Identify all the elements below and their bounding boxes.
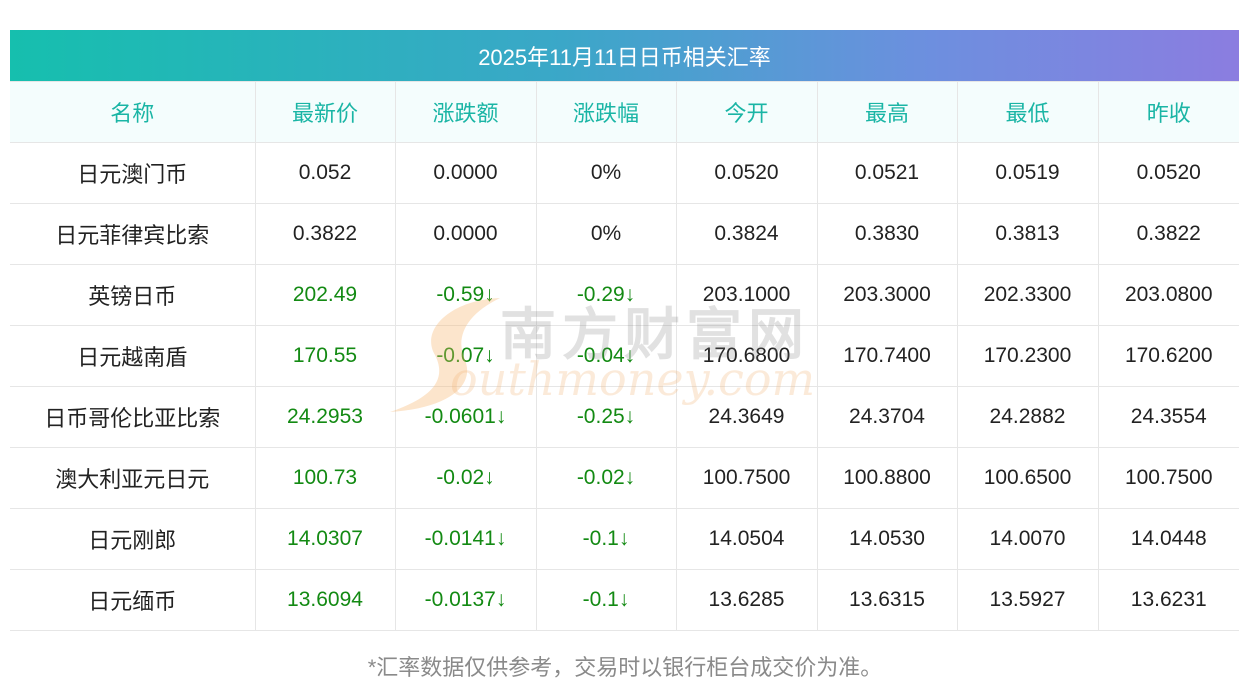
table-row: 日元菲律宾比索 0.3822 0.0000 0% 0.3824 0.3830 0…: [10, 203, 1239, 265]
cell-name: 日元越南盾: [10, 325, 256, 387]
cell-low: 0.0519: [956, 142, 1099, 204]
cell-open: 14.0504: [675, 508, 818, 570]
cell-open: 170.6800: [675, 325, 818, 387]
cell-prev-close: 100.7500: [1097, 447, 1239, 509]
cell-change: -0.59↓: [394, 264, 537, 326]
cell-latest: 170.55: [254, 325, 396, 387]
table-row: 澳大利亚元日元 100.73 -0.02↓ -0.02↓ 100.7500 10…: [10, 447, 1239, 509]
cell-prev-close: 24.3554: [1097, 386, 1239, 448]
cell-change-pct: -0.25↓: [535, 386, 677, 448]
header-latest: 最新价: [254, 81, 396, 143]
cell-low: 24.2882: [956, 386, 1099, 448]
cell-prev-close: 14.0448: [1097, 508, 1239, 570]
cell-change-pct: -0.02↓: [535, 447, 677, 509]
cell-high: 24.3704: [816, 386, 958, 448]
cell-change-pct: -0.29↓: [535, 264, 677, 326]
cell-name: 日元刚郎: [10, 508, 256, 570]
cell-change: -0.0601↓: [394, 386, 537, 448]
cell-open: 203.1000: [675, 264, 818, 326]
cell-latest: 0.3822: [254, 203, 396, 265]
header-change-pct: 涨跌幅: [535, 81, 677, 143]
cell-change-pct: -0.04↓: [535, 325, 677, 387]
cell-latest: 100.73: [254, 447, 396, 509]
cell-open: 0.0520: [675, 142, 818, 204]
cell-change: 0.0000: [394, 203, 537, 265]
header-low: 最低: [956, 81, 1099, 143]
cell-low: 13.5927: [956, 569, 1099, 631]
cell-change: -0.0137↓: [394, 569, 537, 631]
cell-prev-close: 0.0520: [1097, 142, 1239, 204]
rate-table-container: 2025年11月11日日币相关汇率 名称 最新价 涨跌额 涨跌幅 今开 最高 最…: [10, 30, 1239, 631]
cell-change-pct: 0%: [535, 203, 677, 265]
cell-open: 24.3649: [675, 386, 818, 448]
cell-name: 日元澳门币: [10, 142, 256, 204]
cell-low: 202.3300: [956, 264, 1099, 326]
cell-prev-close: 13.6231: [1097, 569, 1239, 631]
cell-high: 0.0521: [816, 142, 958, 204]
table-row: 日元缅币 13.6094 -0.0137↓ -0.1↓ 13.6285 13.6…: [10, 569, 1239, 631]
cell-change: 0.0000: [394, 142, 537, 204]
cell-prev-close: 170.6200: [1097, 325, 1239, 387]
cell-low: 14.0070: [956, 508, 1099, 570]
table-title: 2025年11月11日日币相关汇率: [10, 30, 1239, 81]
cell-high: 0.3830: [816, 203, 958, 265]
cell-name: 日元缅币: [10, 569, 256, 631]
cell-high: 14.0530: [816, 508, 958, 570]
header-high: 最高: [816, 81, 958, 143]
cell-prev-close: 0.3822: [1097, 203, 1239, 265]
header-row: 名称 最新价 涨跌额 涨跌幅 今开 最高 最低 昨收: [10, 81, 1239, 143]
cell-change: -0.07↓: [394, 325, 537, 387]
table-row: 日元越南盾 170.55 -0.07↓ -0.04↓ 170.6800 170.…: [10, 325, 1239, 387]
cell-latest: 202.49: [254, 264, 396, 326]
cell-change-pct: -0.1↓: [535, 569, 677, 631]
cell-latest: 0.052: [254, 142, 396, 204]
cell-latest: 14.0307: [254, 508, 396, 570]
cell-name: 英镑日币: [10, 264, 256, 326]
cell-name: 日元菲律宾比索: [10, 203, 256, 265]
cell-low: 0.3813: [956, 203, 1099, 265]
cell-low: 100.6500: [956, 447, 1099, 509]
cell-prev-close: 203.0800: [1097, 264, 1239, 326]
cell-change: -0.02↓: [394, 447, 537, 509]
cell-low: 170.2300: [956, 325, 1099, 387]
cell-latest: 13.6094: [254, 569, 396, 631]
cell-latest: 24.2953: [254, 386, 396, 448]
cell-open: 0.3824: [675, 203, 818, 265]
header-prev-close: 昨收: [1097, 81, 1239, 143]
disclaimer-note: *汇率数据仅供参考，交易时以银行柜台成交价为准。: [367, 655, 883, 680]
table-row: 日元刚郎 14.0307 -0.0141↓ -0.1↓ 14.0504 14.0…: [10, 508, 1239, 570]
cell-change-pct: 0%: [535, 142, 677, 204]
cell-open: 100.7500: [675, 447, 818, 509]
cell-change: -0.0141↓: [394, 508, 537, 570]
cell-open: 13.6285: [675, 569, 818, 631]
header-open: 今开: [675, 81, 818, 143]
cell-change-pct: -0.1↓: [535, 508, 677, 570]
cell-high: 13.6315: [816, 569, 958, 631]
cell-name: 澳大利亚元日元: [10, 447, 256, 509]
table-row: 英镑日币 202.49 -0.59↓ -0.29↓ 203.1000 203.3…: [10, 264, 1239, 326]
cell-high: 170.7400: [816, 325, 958, 387]
cell-name: 日币哥伦比亚比索: [10, 386, 256, 448]
cell-high: 100.8800: [816, 447, 958, 509]
rate-table: 名称 最新价 涨跌额 涨跌幅 今开 最高 最低 昨收 日元澳门币 0.052 0…: [10, 81, 1239, 631]
header-change: 涨跌额: [394, 81, 537, 143]
table-row: 日币哥伦比亚比索 24.2953 -0.0601↓ -0.25↓ 24.3649…: [10, 386, 1239, 448]
table-row: 日元澳门币 0.052 0.0000 0% 0.0520 0.0521 0.05…: [10, 142, 1239, 204]
cell-high: 203.3000: [816, 264, 958, 326]
header-name: 名称: [10, 81, 256, 143]
